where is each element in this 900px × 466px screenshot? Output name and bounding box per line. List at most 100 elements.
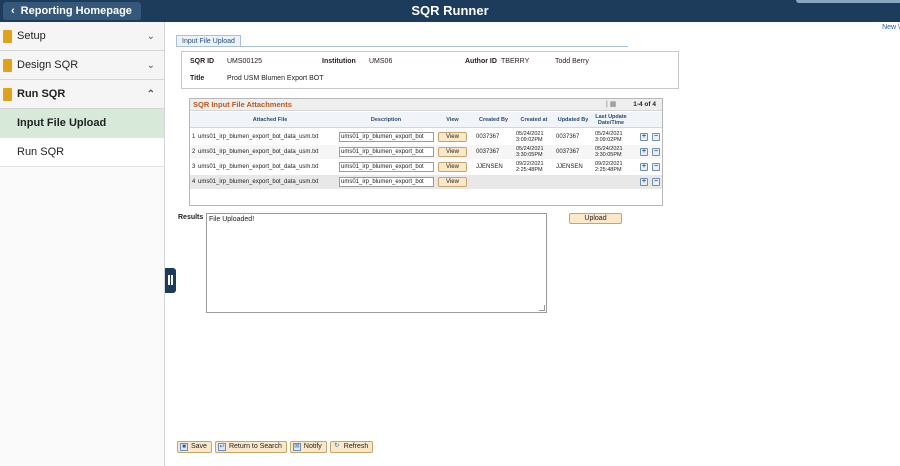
- sidebar-item-label: Run SQR: [17, 88, 66, 100]
- folder-icon: [3, 88, 12, 101]
- last-update: 05/24/2021 3:30:05PM: [595, 146, 623, 158]
- upload-button[interactable]: Upload: [569, 213, 622, 224]
- institution-value: UMS06: [369, 58, 393, 65]
- page-title: SQR Runner: [411, 3, 489, 18]
- view-button[interactable]: View: [438, 162, 467, 172]
- header-created-by: Created By: [478, 117, 509, 123]
- last-update: 05/24/2021 3:09:02PM: [595, 131, 623, 143]
- description-input[interactable]: ums01_irp_blumen_export_bot: [339, 147, 434, 157]
- save-button[interactable]: ■ Save: [177, 441, 212, 453]
- description-input[interactable]: ums01_irp_blumen_export_bot: [339, 177, 434, 187]
- refresh-icon: ↻: [334, 443, 340, 449]
- row-number: 2: [192, 149, 196, 155]
- header-description: Description: [370, 117, 402, 123]
- header-view: View: [446, 117, 459, 123]
- sidebar-item-run-sqr[interactable]: Run SQR ⌃: [0, 80, 164, 109]
- created-by: 0037367: [476, 149, 500, 155]
- table-row: 4 ums01_irp_blumen_export_bot_data_usm.t…: [190, 175, 662, 189]
- attached-file-link[interactable]: ums01_irp_blumen_export_bot_data_usm.txt: [198, 130, 338, 144]
- delete-row-icon[interactable]: −: [652, 133, 660, 141]
- sidebar-item-label: Setup: [17, 30, 46, 42]
- view-button[interactable]: View: [438, 132, 467, 142]
- table-row: 1 ums01_irp_blumen_export_bot_data_usm.t…: [190, 130, 662, 144]
- institution-label: Institution: [322, 58, 356, 65]
- row-count: 1-4 of 4: [633, 101, 656, 108]
- sidebar-item-design-sqr[interactable]: Design SQR ⌄: [0, 51, 164, 80]
- sidebar-item-setup[interactable]: Setup ⌄: [0, 22, 164, 51]
- delete-row-icon[interactable]: −: [652, 178, 660, 186]
- table-row: 3 ums01_irp_blumen_export_bot_data_usm.t…: [190, 160, 662, 174]
- title-label: Title: [190, 75, 205, 82]
- return-label: Return to Search: [228, 443, 282, 450]
- row-number: 1: [192, 134, 196, 140]
- last-update: 09/22/2021 2:25:48PM: [595, 161, 623, 173]
- results-label: Results: [178, 214, 204, 221]
- add-row-icon[interactable]: +: [640, 163, 648, 171]
- created-at: 05/24/2021 3:30:05PM: [516, 146, 544, 158]
- return-icon: ↩: [217, 443, 226, 451]
- author-id-value: TBERRY: [501, 58, 530, 65]
- delete-row-icon[interactable]: −: [652, 163, 660, 171]
- return-to-search-button[interactable]: ↩ Return to Search: [214, 441, 287, 453]
- updated-by: 0037367: [556, 149, 580, 155]
- sidebar-subitem-run-sqr[interactable]: Run SQR: [0, 138, 164, 167]
- author-id-label: Author ID: [465, 58, 497, 65]
- add-row-icon[interactable]: +: [640, 178, 648, 186]
- sqr-info-box: SQR ID UMS00125 Institution UMS06 Author…: [181, 51, 679, 89]
- view-button[interactable]: View: [438, 147, 467, 157]
- chevron-down-icon: ⌄: [146, 60, 155, 71]
- created-at: 09/22/2021 2:25:48PM: [516, 161, 544, 173]
- table-row: 2 ums01_irp_blumen_export_bot_data_usm.t…: [190, 145, 662, 159]
- sidebar: Setup ⌄ Design SQR ⌄ Run SQR ⌃ Input Fil…: [0, 22, 165, 466]
- tab-divider: [176, 46, 628, 47]
- top-right-tab[interactable]: [796, 0, 900, 3]
- new-window-link[interactable]: New \: [882, 24, 900, 31]
- add-row-icon[interactable]: +: [640, 148, 648, 156]
- chevron-up-icon: ⌃: [146, 89, 155, 100]
- refresh-label: Refresh: [343, 443, 369, 450]
- chevron-down-icon: ⌄: [146, 31, 155, 42]
- grid-title-bar: SQR Input File Attachments | ▦ 1-4 of 4: [190, 99, 662, 111]
- created-by: JJENSEN: [476, 164, 503, 170]
- grid-view-icon[interactable]: | ▦: [606, 100, 616, 108]
- grid-title: SQR Input File Attachments: [193, 100, 292, 109]
- folder-icon: [3, 30, 12, 43]
- top-bar: ‹ Reporting Homepage SQR Runner: [0, 0, 900, 22]
- header-attached-file: Attached File: [252, 117, 288, 123]
- sidebar-subitem-input-file-upload[interactable]: Input File Upload: [0, 109, 164, 138]
- description-input[interactable]: ums01_irp_blumen_export_bot: [339, 162, 434, 172]
- refresh-button[interactable]: ↻ Refresh: [329, 441, 374, 453]
- notify-icon: ✉: [292, 443, 301, 451]
- bottom-toolbar: ■ Save ↩ Return to Search ✉ Notify ↻ Ref…: [177, 441, 374, 454]
- header-created-at: Created at: [520, 117, 548, 123]
- view-button[interactable]: View: [438, 177, 467, 187]
- row-number: 3: [192, 164, 196, 170]
- created-by: 0037367: [476, 134, 500, 140]
- author-name-value: Todd Berry: [555, 58, 589, 65]
- updated-by: JJENSEN: [556, 164, 583, 170]
- results-textarea[interactable]: File Uploaded!: [206, 213, 547, 313]
- delete-row-icon[interactable]: −: [652, 148, 660, 156]
- attached-file-link[interactable]: ums01_irp_blumen_export_bot_data_usm.txt: [198, 145, 338, 159]
- header-last-update: Last Update Date/Time: [595, 114, 627, 126]
- description-input[interactable]: ums01_irp_blumen_export_bot: [339, 132, 434, 142]
- notify-button[interactable]: ✉ Notify: [289, 441, 327, 453]
- grid-header-row: Attached File Description View Created B…: [190, 112, 662, 128]
- header-updated-by: Updated By: [557, 117, 589, 123]
- row-number: 4: [192, 179, 196, 185]
- folder-icon: [3, 59, 12, 72]
- title-value: Prod USM Blumen Export BOT: [227, 75, 324, 82]
- results-text: File Uploaded!: [209, 216, 255, 223]
- sqr-id-label: SQR ID: [190, 58, 215, 65]
- attachments-grid: SQR Input File Attachments | ▦ 1-4 of 4 …: [189, 98, 663, 206]
- updated-by: 0037367: [556, 134, 580, 140]
- attached-file-link[interactable]: ums01_irp_blumen_export_bot_data_usm.txt: [198, 160, 338, 174]
- attached-file-link[interactable]: ums01_irp_blumen_export_bot_data_usm.txt: [198, 175, 338, 189]
- save-icon: ■: [180, 443, 188, 451]
- created-at: 05/24/2021 3:09:02PM: [516, 131, 544, 143]
- sidebar-item-label: Design SQR: [17, 59, 79, 71]
- resize-grip-icon[interactable]: [539, 305, 545, 311]
- collapse-sidebar-handle[interactable]: [165, 268, 176, 293]
- notify-label: Notify: [303, 443, 322, 450]
- add-row-icon[interactable]: +: [640, 133, 648, 141]
